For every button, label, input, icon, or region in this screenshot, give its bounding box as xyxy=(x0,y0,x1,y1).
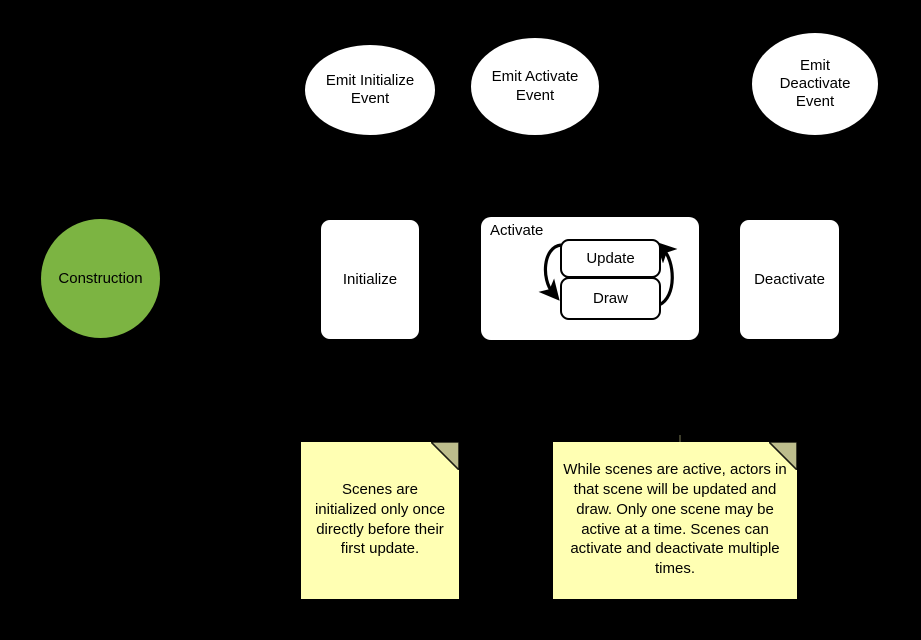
state-node-label: Deactivate xyxy=(754,271,825,288)
state-node-construction[interactable]: Construction xyxy=(41,219,160,338)
event-label-line: Emit xyxy=(800,56,830,74)
state-node-label: Initialize xyxy=(342,271,398,288)
sticky-note-initialize[interactable]: Scenes are initialized only once directl… xyxy=(301,442,459,599)
composite-label-activate: Activate xyxy=(490,222,544,239)
event-node-label: Emit Deactivate Event xyxy=(780,57,851,112)
event-label-line: Event xyxy=(515,86,555,104)
state-node-initialize[interactable]: Initialize xyxy=(321,220,419,339)
state-node-label: Construction xyxy=(58,270,143,287)
event-label-line: Emit Initialize xyxy=(325,71,415,89)
event-label-line: Event xyxy=(350,90,390,107)
sticky-note-text: While scenes are active, actors in that … xyxy=(563,460,787,578)
state-node-draw[interactable]: Draw xyxy=(560,277,661,320)
state-node-activate[interactable]: Activate Update Draw xyxy=(481,217,699,340)
event-node-emit-deactivate[interactable]: Emit Deactivate Event xyxy=(752,33,878,135)
state-node-label: Update xyxy=(586,250,635,267)
event-node-emit-activate[interactable]: Emit Activate Event xyxy=(471,38,599,135)
sticky-note-text: Scenes are initialized only once directl… xyxy=(314,480,446,558)
sticky-note-activate[interactable]: While scenes are active, actors in that … xyxy=(553,442,797,599)
event-node-label: Emit Activate Event xyxy=(492,68,579,105)
note-fold-corner-icon xyxy=(769,442,797,470)
event-label-line: Event xyxy=(795,93,835,111)
state-node-deactivate[interactable]: Deactivate xyxy=(740,220,839,339)
event-node-emit-initialize[interactable]: Emit Initialize Event xyxy=(305,45,435,135)
event-node-label: Emit Initialize Event xyxy=(326,72,414,109)
state-node-update[interactable]: Update xyxy=(560,239,661,278)
diagram-canvas: Emit Initialize Event Emit Activate Even… xyxy=(0,0,921,640)
state-node-label: Draw xyxy=(592,290,628,307)
note-fold-corner-icon xyxy=(431,442,459,470)
event-label-line: Deactivate xyxy=(779,74,851,92)
event-label-line: Emit Activate xyxy=(491,68,579,86)
